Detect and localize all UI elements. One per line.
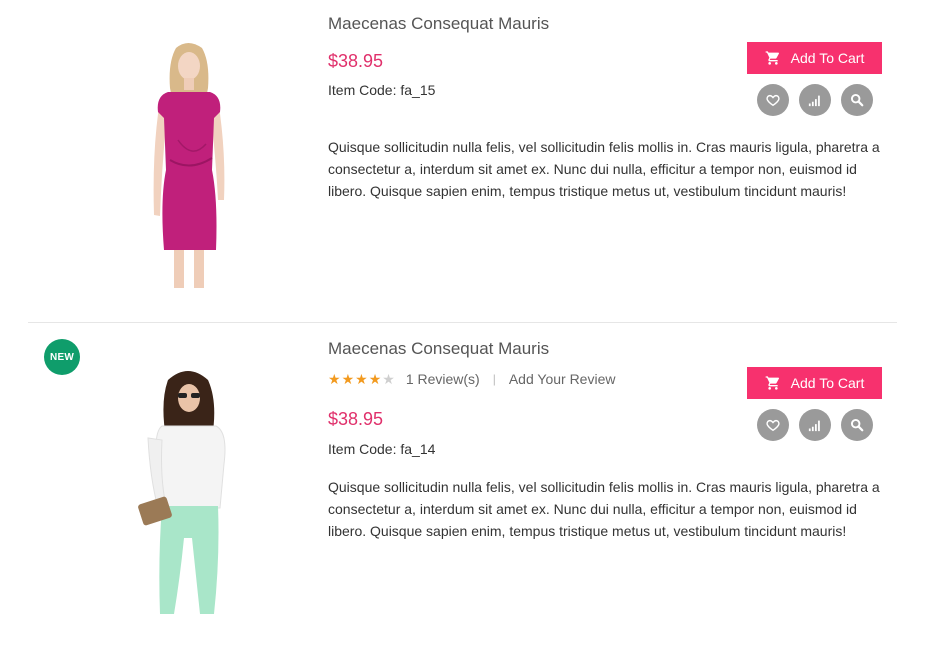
wishlist-button[interactable] <box>757 84 789 116</box>
product-title[interactable]: Maecenas Consequat Mauris <box>328 339 549 359</box>
heart-icon <box>766 94 780 107</box>
product-item: NEW Maecenas Consequat Mauris ★ ★ ★ ★ ★ … <box>28 323 897 645</box>
star-icon: ★ <box>341 371 355 387</box>
star-icon: ★ <box>355 371 368 387</box>
product-price: $38.95 <box>328 51 384 71</box>
compare-button[interactable] <box>799 409 831 441</box>
star-icon: ★ <box>368 371 382 387</box>
product-actions <box>757 409 873 441</box>
product-title[interactable]: Maecenas Consequat Mauris <box>328 14 549 34</box>
product-actions <box>757 84 873 116</box>
rating-stars: ★ ★ ★ ★ ★ <box>328 372 395 386</box>
heart-icon <box>766 419 780 432</box>
compare-button[interactable] <box>799 84 831 116</box>
item-code: Item Code: fa_14 <box>328 441 436 457</box>
product-price: $38.95 <box>328 409 384 429</box>
cart-icon <box>765 376 779 390</box>
product-description: Quisque sollicitudin nulla felis, vel so… <box>328 139 880 199</box>
search-icon <box>850 93 864 107</box>
item-code: Item Code: fa_15 <box>328 82 436 98</box>
quickview-button[interactable] <box>841 409 873 441</box>
reviews-link[interactable]: 1 Review(s) <box>406 371 480 387</box>
compare-icon <box>808 420 820 432</box>
product-item: Maecenas Consequat Mauris $38.95 Item Co… <box>28 0 897 323</box>
add-to-cart-button[interactable]: Add To Cart <box>747 42 882 74</box>
add-to-cart-button[interactable]: Add To Cart <box>747 367 882 399</box>
add-to-cart-label: Add To Cart <box>790 375 865 391</box>
product-rating: ★ ★ ★ ★ ★ 1 Review(s) | Add Your Review <box>328 370 615 388</box>
product-image[interactable] <box>88 368 288 618</box>
cart-icon <box>765 51 779 65</box>
search-icon <box>850 418 864 432</box>
new-badge: NEW <box>44 339 80 375</box>
product-image[interactable] <box>88 40 288 290</box>
product-description: Quisque sollicitudin nulla felis, vel so… <box>328 479 880 539</box>
star-icon: ★ <box>328 371 341 387</box>
quickview-button[interactable] <box>841 84 873 116</box>
add-to-cart-label: Add To Cart <box>790 50 865 66</box>
wishlist-button[interactable] <box>757 409 789 441</box>
add-review-link[interactable]: Add Your Review <box>509 371 616 387</box>
rating-separator: | <box>492 372 496 386</box>
star-icon: ★ <box>382 371 395 387</box>
compare-icon <box>808 95 820 107</box>
